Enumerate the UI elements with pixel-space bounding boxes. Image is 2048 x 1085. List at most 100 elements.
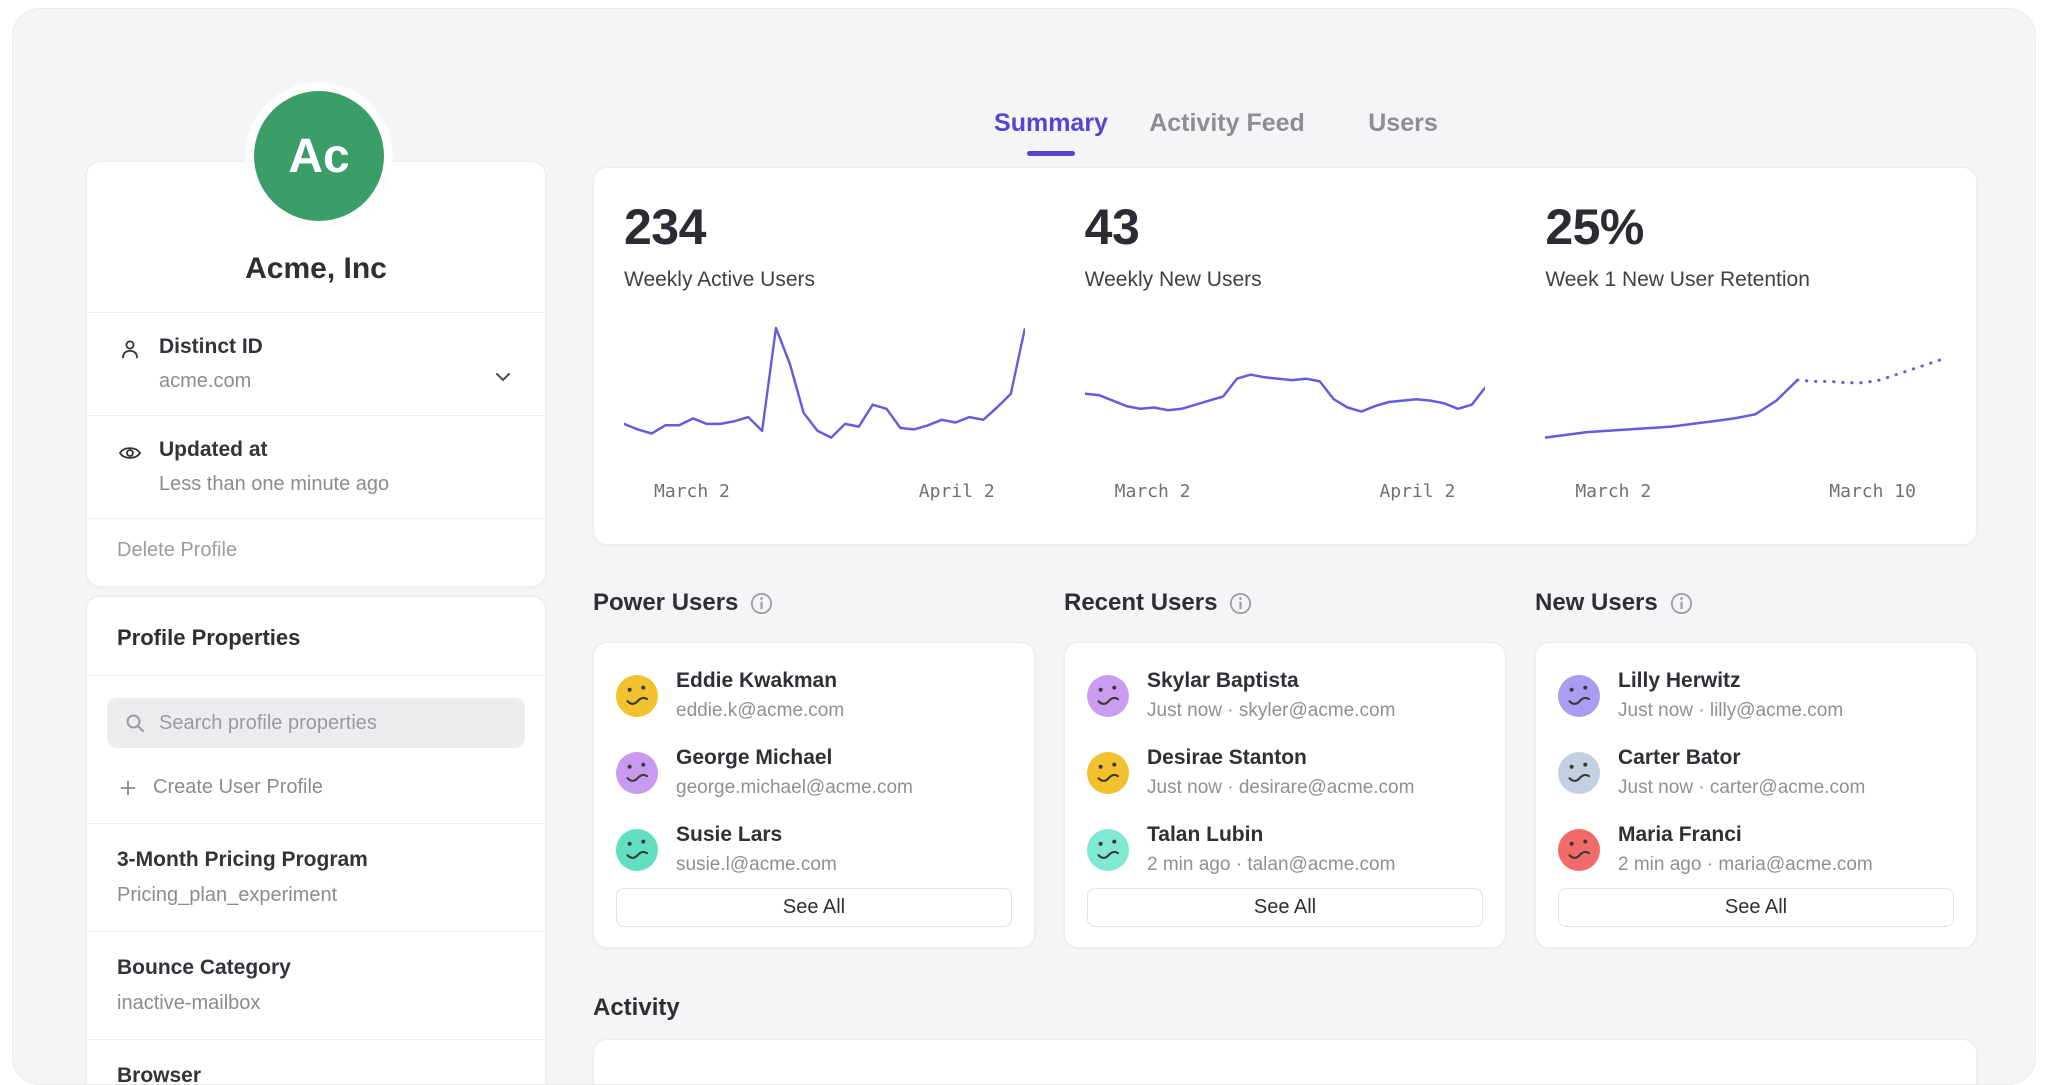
user-subtitle: Just now · lilly@acme.com <box>1618 700 1843 722</box>
profile-properties-search-section <box>87 675 545 758</box>
recent-users-card: Skylar Baptista Just now · skyler@acme.c… <box>1064 642 1506 948</box>
avatar <box>1087 829 1129 871</box>
screen: Ac Acme, Inc Distinct ID acme.com <box>0 0 2048 1085</box>
main-tabs: Summary Activity Feed Users <box>963 109 1491 156</box>
section-title-text: Power Users <box>593 589 738 617</box>
property-label: Browser <box>117 1064 515 1085</box>
user-list-item[interactable]: Eddie Kwakman eddie.k@acme.com <box>594 657 1034 734</box>
section-title-text: New Users <box>1535 589 1658 617</box>
weekly-active-users-sparkline <box>624 324 1025 469</box>
user-list-item[interactable]: Desirae Stanton Just now · desirare@acme… <box>1065 734 1505 811</box>
x-tick-start: March 2 <box>1115 481 1191 502</box>
user-list-item[interactable]: George Michael george.michael@acme.com <box>594 734 1034 811</box>
activity-stat: 234 <box>594 1040 1055 1085</box>
see-all-button[interactable]: See All <box>1558 888 1954 927</box>
delete-profile-button[interactable]: Delete Profile <box>87 518 545 586</box>
tab-activity-feed[interactable]: Activity Feed <box>1139 109 1315 156</box>
x-tick-start: March 2 <box>1575 481 1651 502</box>
stat-week1-retention: 25% Week 1 New User Retention March 2 Ma… <box>1515 168 1976 544</box>
eye-icon <box>117 440 143 466</box>
avatar <box>1087 752 1129 794</box>
activity-card: 234 240 3.4k <box>593 1039 1977 1085</box>
chevron-down-icon[interactable] <box>491 365 515 389</box>
create-user-profile-label: Create User Profile <box>153 776 323 799</box>
person-icon <box>117 337 143 363</box>
avatar <box>616 675 658 717</box>
x-tick-start: March 2 <box>654 481 730 502</box>
property-value: inactive-mailbox <box>117 992 515 1015</box>
property-row[interactable]: 3-Month Pricing Program Pricing_plan_exp… <box>87 823 545 931</box>
search-profile-properties-input[interactable] <box>107 698 525 748</box>
activity-stat: 240 <box>1055 1040 1516 1085</box>
field-label: Distinct ID <box>159 335 515 359</box>
user-subtitle: 2 min ago · maria@acme.com <box>1618 854 1873 876</box>
stat-value: 43 <box>1085 198 1486 256</box>
activity-section-title: Activity <box>593 994 680 1022</box>
user-subtitle: Just now · carter@acme.com <box>1618 777 1865 799</box>
create-user-profile-button[interactable]: Create User Profile <box>87 758 545 823</box>
weekly-new-users-sparkline <box>1085 324 1486 469</box>
section-title-text: Recent Users <box>1064 589 1217 617</box>
section-title-recent-users: Recent Users <box>1064 589 1506 617</box>
user-name: Carter Bator <box>1618 746 1865 770</box>
user-name: Desirae Stanton <box>1147 746 1414 770</box>
profile-name: Acme, Inc <box>245 252 387 286</box>
user-cards-row: Eddie Kwakman eddie.k@acme.com George Mi… <box>593 642 1977 948</box>
power-users-card: Eddie Kwakman eddie.k@acme.com George Mi… <box>593 642 1035 948</box>
avatar <box>1558 752 1600 794</box>
x-tick-end: March 10 <box>1829 481 1916 502</box>
user-name: Talan Lubin <box>1147 823 1395 847</box>
avatar <box>616 752 658 794</box>
property-value: Pricing_plan_experiment <box>117 884 515 907</box>
user-list-item[interactable]: Lilly Herwitz Just now · lilly@acme.com <box>1536 657 1976 734</box>
search-icon <box>123 711 147 735</box>
stat-value: 25% <box>1545 198 1946 256</box>
user-name: Maria Franci <box>1618 823 1873 847</box>
org-avatar: Ac <box>254 91 384 221</box>
user-list-item[interactable]: Susie Lars susie.l@acme.com <box>594 811 1034 888</box>
property-row[interactable]: Browser Chrome <box>87 1039 545 1085</box>
user-name: Lilly Herwitz <box>1618 669 1843 693</box>
property-label: Bounce Category <box>117 956 515 980</box>
user-list-item[interactable]: Maria Franci 2 min ago · maria@acme.com <box>1536 811 1976 888</box>
field-label: Updated at <box>159 438 515 462</box>
activity-stat: 3.4k <box>1515 1040 1976 1085</box>
org-avatar-initials: Ac <box>288 129 349 184</box>
avatar <box>1558 675 1600 717</box>
user-list-item[interactable]: Skylar Baptista Just now · skyler@acme.c… <box>1065 657 1505 734</box>
tab-users[interactable]: Users <box>1315 109 1491 156</box>
profile-card: Acme, Inc Distinct ID acme.com Update <box>86 161 546 587</box>
profile-properties-card: Profile Properties Create User Profile 3 <box>86 596 546 1085</box>
section-title-new-users: New Users <box>1535 589 1977 617</box>
info-icon[interactable] <box>1670 592 1693 615</box>
stat-weekly-new-users: 43 Weekly New Users March 2 April 2 <box>1055 168 1516 544</box>
avatar <box>1558 829 1600 871</box>
property-row[interactable]: Bounce Category inactive-mailbox <box>87 931 545 1039</box>
week1-retention-sparkline <box>1545 324 1946 469</box>
see-all-button[interactable]: See All <box>1087 888 1483 927</box>
info-icon[interactable] <box>750 592 773 615</box>
user-name: Susie Lars <box>676 823 837 847</box>
tab-summary[interactable]: Summary <box>963 109 1139 156</box>
user-list-item[interactable]: Talan Lubin 2 min ago · talan@acme.com <box>1065 811 1505 888</box>
stat-label: Week 1 New User Retention <box>1545 268 1946 292</box>
profile-properties-title: Profile Properties <box>87 597 545 675</box>
app-surface: Ac Acme, Inc Distinct ID acme.com <box>12 8 2036 1085</box>
stat-weekly-active-users: 234 Weekly Active Users March 2 April 2 <box>594 168 1055 544</box>
user-section-headers: Power Users Recent Users New Users <box>593 589 1977 617</box>
user-subtitle: Just now · desirare@acme.com <box>1147 777 1414 799</box>
info-icon[interactable] <box>1229 592 1252 615</box>
user-list-item[interactable]: Carter Bator Just now · carter@acme.com <box>1536 734 1976 811</box>
see-all-button[interactable]: See All <box>616 888 1012 927</box>
profile-field-distinct-id: Distinct ID acme.com <box>87 312 545 415</box>
x-tick-end: April 2 <box>919 481 995 502</box>
stat-label: Weekly Active Users <box>624 268 1025 292</box>
x-tick-end: April 2 <box>1379 481 1455 502</box>
user-subtitle: eddie.k@acme.com <box>676 700 844 722</box>
user-subtitle: susie.l@acme.com <box>676 854 837 876</box>
avatar <box>1087 675 1129 717</box>
field-value: Less than one minute ago <box>159 473 515 496</box>
user-subtitle: 2 min ago · talan@acme.com <box>1147 854 1395 876</box>
summary-stats-card: 234 Weekly Active Users March 2 April 2 … <box>593 167 1977 545</box>
section-title-power-users: Power Users <box>593 589 1035 617</box>
